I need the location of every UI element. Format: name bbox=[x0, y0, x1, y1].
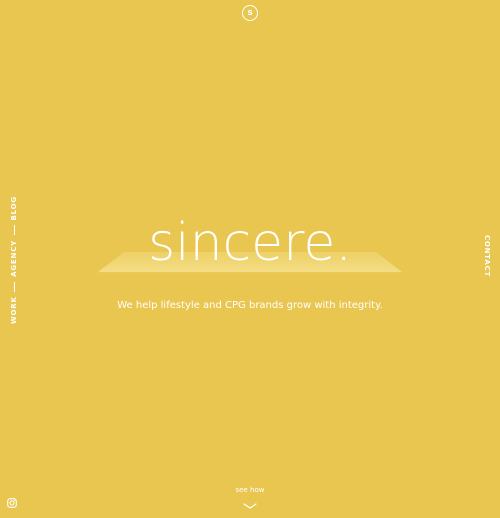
logo[interactable]: s bbox=[242, 5, 258, 21]
see-how-link[interactable]: see how bbox=[200, 485, 300, 495]
nav-divider bbox=[13, 281, 15, 292]
hero-headline: sincere. bbox=[148, 213, 352, 273]
hero-tagline: We help lifestyle and CPG brands grow wi… bbox=[117, 300, 383, 311]
chevron-down-icon[interactable] bbox=[243, 502, 257, 510]
logo-letter: s bbox=[247, 7, 253, 18]
instagram-icon[interactable] bbox=[7, 498, 17, 508]
